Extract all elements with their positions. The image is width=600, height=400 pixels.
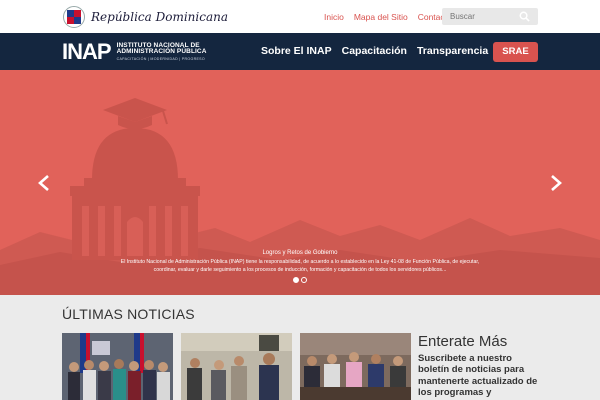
slide-caption-title[interactable]: Logros y Retos de Gobierno (110, 250, 490, 256)
news-photo-2[interactable] (181, 333, 292, 400)
logo-line-3: CAPACITACIÓN | MODERNIDAD | PROGRESO (116, 56, 205, 61)
news-photo-3[interactable] (300, 333, 411, 400)
slider-dot-2[interactable] (301, 277, 307, 283)
inap-logo-text: INSTITUTO NACIONAL DE ADMINISTRACIÓN PÚB… (116, 42, 207, 62)
news-photo-1[interactable] (62, 333, 173, 400)
hero-slider: Logros y Retos de Gobierno El Instituto … (0, 70, 600, 295)
slider-dot-1[interactable] (293, 277, 299, 283)
newsletter-title: Enterate Más (418, 333, 508, 350)
top-links: Inicio Mapa del Sitio Contacto (324, 12, 452, 22)
slider-prev-arrow-icon[interactable] (37, 174, 51, 192)
search-icon[interactable] (519, 11, 530, 22)
nav-menu: Sobre El INAP Capacitación Transparencia (261, 45, 488, 57)
nav-item-transparencia[interactable]: Transparencia (417, 45, 488, 57)
srae-button[interactable]: SRAE (493, 42, 538, 62)
link-mapa-del-sitio[interactable]: Mapa del Sitio (354, 12, 408, 22)
nav-item-capacitacion[interactable]: Capacitación (342, 45, 407, 57)
logo-line-2: ADMINISTRACIÓN PÚBLICA (116, 48, 207, 56)
government-name: República Dominicana (91, 10, 228, 24)
nav-item-sobre-el-inap[interactable]: Sobre El INAP (261, 45, 332, 57)
government-logo[interactable]: República Dominicana (63, 6, 228, 28)
inap-logo-mark: INAP (62, 39, 112, 64)
coat-of-arms-icon (63, 6, 85, 28)
inap-logo[interactable]: INAP INSTITUTO NACIONAL DE ADMINISTRACIÓ… (62, 38, 207, 66)
news-section-title: ÚLTIMAS NOTICIAS (62, 306, 195, 322)
slider-next-arrow-icon[interactable] (549, 174, 563, 192)
top-bar: República Dominicana Inicio Mapa del Sit… (0, 0, 600, 33)
slide-caption-text: El Instituto Nacional de Administración … (120, 259, 480, 273)
link-inicio[interactable]: Inicio (324, 12, 344, 22)
newsletter-text: Suscribete a nuestro boletín de noticias… (418, 353, 538, 400)
slider-dots (293, 277, 307, 283)
slide-caption: Logros y Retos de Gobierno El Instituto … (110, 250, 490, 274)
